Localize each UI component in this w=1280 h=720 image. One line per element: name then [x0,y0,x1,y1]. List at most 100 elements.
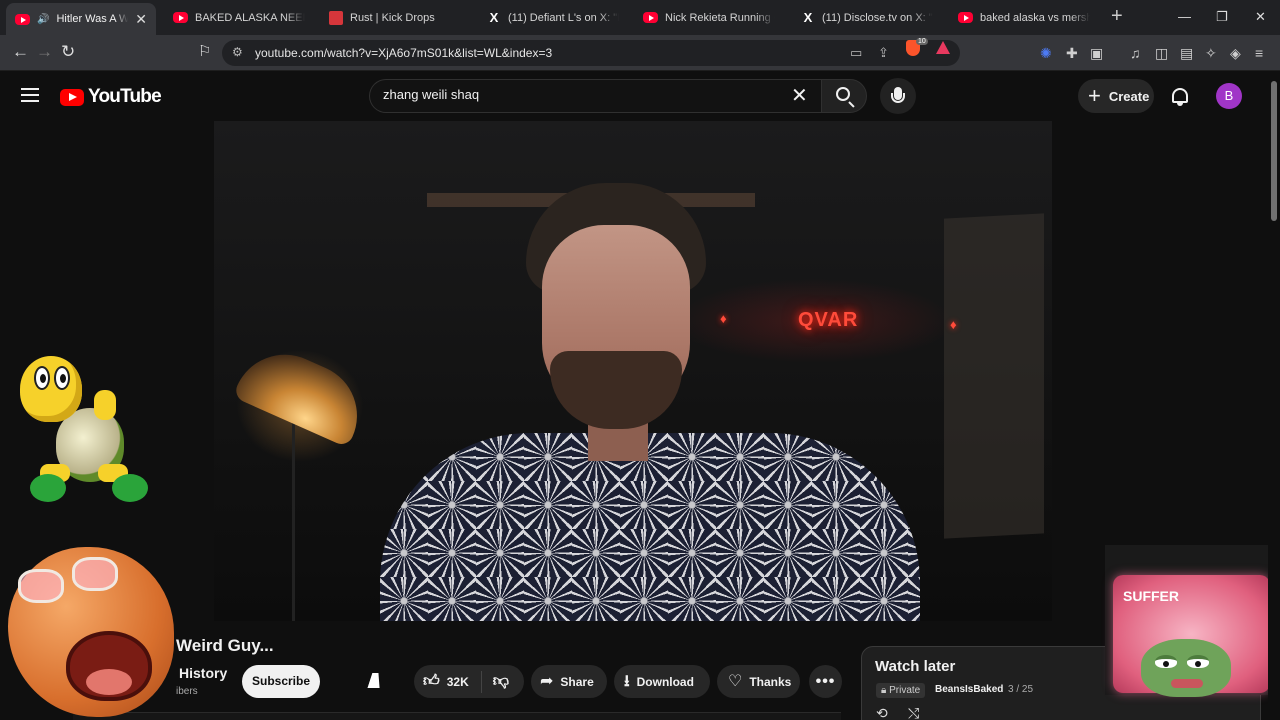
thanks-label: Thanks [749,674,792,689]
reload-icon[interactable]: ↻ [61,43,75,61]
download-icon: ⭳ [624,672,630,690]
share-page-icon[interactable]: ⇪ [878,45,889,61]
cast-icon[interactable]: ▭ [850,45,862,61]
tab-title: (11) Disclose.tv on X: "JUS [822,11,933,24]
bookmark-icon[interactable]: ⚐ [198,43,211,61]
pepe-face [1141,639,1231,697]
address-bar[interactable]: ⚙ youtube.com/watch?v=XjA6o7mS01k&list=W… [222,40,960,66]
youtube-favicon-icon [643,12,658,23]
screenshot-icon[interactable]: ▣ [1090,46,1103,60]
brave-rewards-icon[interactable] [936,41,950,54]
browser-tab[interactable]: Nick Rekieta Running Off [634,4,784,31]
playlist-position: 3 / 25 [1008,684,1034,695]
account-avatar[interactable]: B [1216,83,1242,109]
playlist-owner[interactable]: BeansIsBaked [935,684,1003,695]
video-player[interactable]: QVAR ♦ ♦ [214,121,1052,621]
more-icon: ••• [815,672,836,690]
x-favicon-icon: X [803,9,813,25]
site-info-icon[interactable]: ⚙ [232,45,243,59]
browser-tab[interactable]: baked alaska vs mersh - Yo [949,4,1099,31]
like-count[interactable]: 32K [447,675,469,689]
browser-tab-strip: 🔊 Hitler Was A Weird Guy... ✕ BAKED ALAS… [0,0,1280,35]
brave-shields-count: 10 [916,38,928,45]
leo-ai-icon[interactable]: ✧ [1205,46,1217,60]
video-title: Weird Guy... [176,636,274,655]
share-button[interactable]: ➦ Share [531,665,607,698]
koopa-troopa-sticker [14,354,154,510]
koopa-shoe [112,474,148,502]
window-close-icon[interactable]: ✕ [1255,9,1266,25]
clear-search-icon[interactable]: ✕ [791,85,808,107]
divider [480,670,482,693]
shuffle-icon[interactable]: ⤭ [908,705,919,720]
channel-name[interactable]: History [179,665,227,681]
restore-icon[interactable]: ❐ [1216,9,1228,25]
vpn-shield-icon[interactable]: ◈ [1230,46,1241,60]
youtube-logo[interactable]: YouTube [60,86,162,108]
thanks-button[interactable]: ♡ Thanks [717,665,800,698]
download-label: Download [636,674,694,689]
like-icon[interactable]: 👍︎ [423,673,440,690]
tab-title: (11) Defiant L's on X: "Mul [508,11,619,24]
dislike-icon[interactable]: 👎︎ [493,673,509,690]
page-scrollbar[interactable] [1268,71,1280,720]
youtube-favicon-icon [173,12,188,23]
suffer-pepe-overlay: SUFFER [1105,545,1280,697]
koopa-hand [94,390,116,420]
create-button[interactable]: + Create [1078,79,1154,113]
potato-tongue [86,669,132,695]
extensions-puzzle-icon[interactable]: ✚ [1066,46,1078,60]
guide-menu-icon[interactable] [21,88,39,102]
youtube-logo-text: YouTube [88,86,162,107]
vpn-extension-icon[interactable]: ✺ [1040,46,1052,60]
plus-icon: + [1088,83,1101,108]
download-button[interactable]: ⭳ Download [614,665,710,698]
sidebar-toggle-icon[interactable]: ◫ [1155,46,1168,60]
back-icon[interactable]: ← [12,43,29,61]
youtube-favicon-icon [958,12,973,23]
new-tab-button[interactable]: + [1111,6,1123,26]
lock-icon: 🔒︎ [881,685,887,696]
wallet-icon[interactable]: ▤ [1180,46,1193,60]
crying-potato-sticker [2,537,180,720]
create-label: Create [1108,88,1150,104]
browser-tab[interactable]: X (11) Disclose.tv on X: "JUS [792,4,942,31]
youtube-play-icon [60,88,84,106]
minimize-icon[interactable]: — [1178,9,1191,24]
search-box: ✕ [369,79,821,113]
playlist-title[interactable]: Watch later [875,658,955,675]
browser-tab[interactable]: BAKED ALASKA NEEDS MORE [164,4,314,31]
search-button[interactable] [821,79,867,113]
search-input[interactable] [383,87,783,102]
browser-tab[interactable]: X (11) Defiant L's on X: "Mul [478,4,628,31]
forward-icon[interactable]: → [36,43,53,61]
speaker-icon[interactable]: 🔊 [37,14,49,25]
neon-sign-small: ♦ [950,317,957,332]
tab-title: Nick Rekieta Running Off [665,11,775,24]
koopa-eye [34,366,50,390]
tab-title: BAKED ALASKA NEEDS MORE [195,11,305,24]
search-icon [836,87,850,101]
pepe-lip [1171,679,1203,688]
share-icon: ➦ [540,672,554,690]
scrollbar-thumb[interactable] [1271,81,1277,221]
subscribe-button[interactable]: Subscribe [242,665,320,698]
description-box-edge [73,712,841,720]
background-lamp [232,338,374,448]
url-text[interactable]: youtube.com/watch?v=XjA6o7mS01k&list=WL&… [255,46,552,60]
tab-title: Hitler Was A Weird Guy... [56,13,129,25]
background-picture-frame [944,213,1044,539]
like-dislike-group: 👍︎ 32K 👎︎ [414,665,524,698]
browser-tab[interactable]: Rust | Kick Drops [320,4,470,31]
voice-search-button[interactable] [880,78,916,114]
media-controls-icon[interactable]: ♫ [1130,46,1141,60]
potato-glasses [18,569,64,603]
more-actions-button[interactable]: ••• [809,665,842,698]
suffer-caption: SUFFER [1123,588,1179,604]
loop-icon[interactable]: ⟲ [876,705,888,720]
notifications-bell-icon[interactable] [1172,88,1188,106]
browser-tab-active[interactable]: 🔊 Hitler Was A Weird Guy... ✕ [6,3,156,35]
tab-close-icon[interactable]: ✕ [135,11,147,28]
kick-favicon-icon [329,10,343,25]
browser-menu-icon[interactable]: ≡ [1255,46,1263,60]
